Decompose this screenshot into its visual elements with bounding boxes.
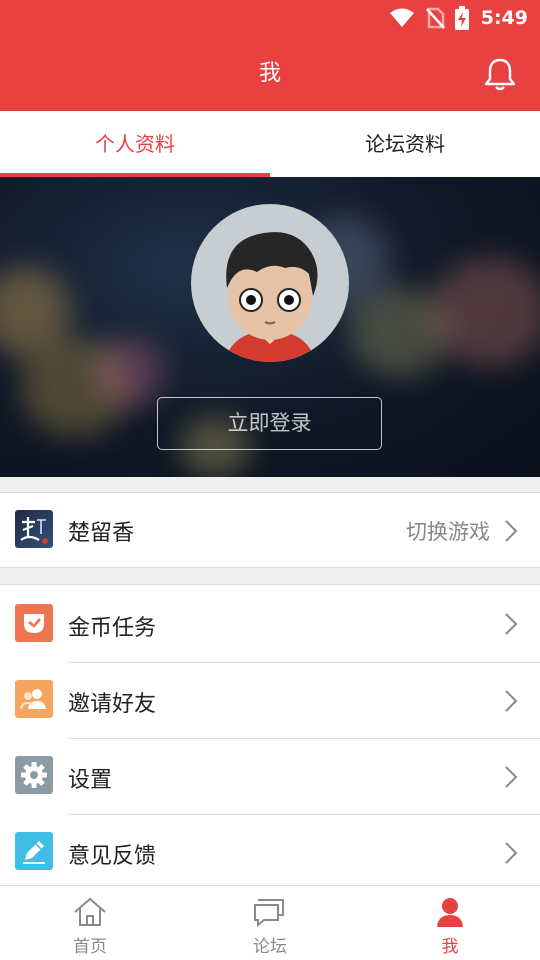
status-time: 5:49: [480, 7, 528, 29]
game-switch-row[interactable]: 楚留香 切换游戏: [0, 492, 540, 568]
list-item-feedback[interactable]: 意见反馈: [0, 815, 540, 886]
nav-label: 我: [441, 937, 459, 957]
wifi-icon: [389, 8, 414, 27]
list-item-settings[interactable]: 设置: [0, 739, 540, 814]
chevron-right-icon: [505, 520, 518, 542]
status-bar: 5:49: [0, 0, 540, 36]
list-item-label: 金币任务: [68, 616, 157, 641]
page-title: 我: [258, 61, 281, 86]
nav-item-forum[interactable]: 论坛: [180, 886, 360, 960]
home-icon: [74, 897, 106, 926]
bokeh-light: [430, 257, 540, 367]
chevron-right-icon: [505, 690, 518, 712]
settings-gear-icon: [15, 756, 53, 794]
nav-label: 论坛: [253, 937, 287, 957]
profile-tabs: 个人资料 论坛资料: [0, 111, 540, 177]
feedback-pencil-icon: [15, 832, 53, 870]
list-item-coin-tasks[interactable]: 金币任务: [0, 585, 540, 662]
battery-charging-icon: [454, 6, 469, 30]
login-button[interactable]: 立即登录: [157, 397, 382, 450]
switch-game-label: 切换游戏: [406, 520, 490, 544]
list-item-label: 邀请好友: [68, 692, 157, 717]
list-item-label: 意见反馈: [68, 844, 157, 869]
chevron-right-icon: [505, 842, 518, 864]
profile-header: 立即登录: [0, 177, 540, 477]
app-bar: 我: [0, 36, 540, 111]
avatar[interactable]: [191, 204, 349, 362]
bottom-navigation: 首页 论坛 我: [0, 885, 540, 960]
status-icons: 5:49: [389, 6, 528, 30]
no-sim-icon: [425, 7, 445, 29]
tab-personal-info[interactable]: 个人资料: [0, 111, 270, 177]
chuliuxiang-game-icon: [15, 510, 53, 548]
tab-forum-info[interactable]: 论坛资料: [270, 111, 540, 177]
forum-chat-icon: [254, 899, 284, 928]
chevron-right-icon: [505, 613, 518, 635]
nav-item-me[interactable]: 我: [360, 886, 540, 960]
bell-icon[interactable]: [482, 56, 518, 92]
game-name: 楚留香: [68, 521, 135, 546]
menu-list: 金币任务 邀请好友 设置 意见反馈: [0, 584, 540, 885]
coin-task-icon: [15, 604, 53, 642]
bokeh-light: [95, 337, 165, 407]
list-item-label: 设置: [68, 768, 113, 793]
user-icon: [437, 898, 463, 927]
invite-friends-icon: [15, 680, 53, 718]
cartoon-boy-avatar-icon: [225, 232, 318, 362]
nav-item-home[interactable]: 首页: [0, 886, 180, 960]
nav-label: 首页: [73, 937, 107, 957]
chevron-right-icon: [505, 766, 518, 788]
list-item-invite-friends[interactable]: 邀请好友: [0, 663, 540, 738]
